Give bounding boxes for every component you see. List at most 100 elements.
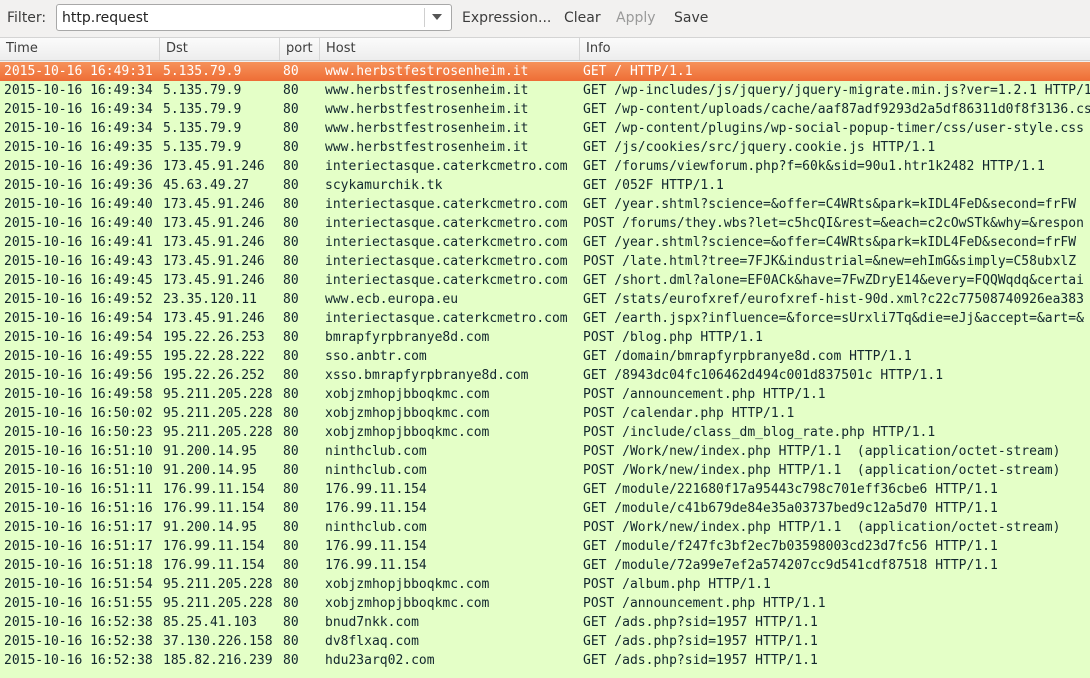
cell-host: www.herbstfestrosenheim.it [325, 64, 529, 79]
filter-combobox[interactable] [56, 4, 452, 31]
cell-dst: 195.22.26.252 [163, 368, 265, 383]
cell-port: 80 [283, 653, 299, 668]
table-row[interactable]: 2015-10-16 16:49:56 195.22.26.252 80 xsso.b… [0, 366, 1090, 385]
table-row[interactable]: 2015-10-16 16:49:58 95.211.205.228 80 xobjz… [0, 385, 1090, 404]
table-row[interactable]: 2015-10-16 16:51:10 91.200.14.95 80 ninthcl… [0, 461, 1090, 480]
cell-dst: 95.211.205.228 [163, 406, 273, 421]
column-header-port[interactable]: port [280, 38, 320, 60]
cell-time: 2015-10-16 16:49:58 [4, 387, 153, 402]
cell-port: 80 [283, 292, 299, 307]
cell-dst: 173.45.91.246 [163, 254, 265, 269]
cell-time: 2015-10-16 16:49:55 [4, 349, 153, 364]
cell-dst: 91.200.14.95 [163, 463, 257, 478]
table-row[interactable]: 2015-10-16 16:51:17 91.200.14.95 80 ninthcl… [0, 518, 1090, 537]
table-row[interactable]: 2015-10-16 16:52:38 185.82.216.239 80 hdu23… [0, 651, 1090, 670]
table-row[interactable]: 2015-10-16 16:49:55 195.22.28.222 80 sso.an… [0, 347, 1090, 366]
table-row[interactable]: 2015-10-16 16:49:34 5.135.79.9 80 www.herbs… [0, 100, 1090, 119]
table-row[interactable]: 2015-10-16 16:49:52 23.35.120.11 80 www.ecb… [0, 290, 1090, 309]
cell-dst: 95.211.205.228 [163, 596, 273, 611]
cell-host: 176.99.11.154 [325, 558, 427, 573]
table-row[interactable]: 2015-10-16 16:49:45 173.45.91.246 80 interi… [0, 271, 1090, 290]
packet-list[interactable]: 2015-10-16 16:49:31 5.135.79.9 80 www.herbs… [0, 62, 1090, 678]
cell-time: 2015-10-16 16:49:34 [4, 102, 153, 117]
cell-host: xobjzmhopjbboqkmc.com [325, 425, 490, 440]
table-row[interactable]: 2015-10-16 16:49:43 173.45.91.246 80 interi… [0, 252, 1090, 271]
table-row[interactable]: 2015-10-16 16:49:41 173.45.91.246 80 interi… [0, 233, 1090, 252]
cell-info: GET /short.dml?alone=EF0ACk&have=7FwZDry… [583, 273, 1084, 288]
cell-time: 2015-10-16 16:49:41 [4, 235, 153, 250]
cell-host: xobjzmhopjbboqkmc.com [325, 596, 490, 611]
cell-time: 2015-10-16 16:49:54 [4, 311, 153, 326]
table-row[interactable]: 2015-10-16 16:49:54 173.45.91.246 80 interi… [0, 309, 1090, 328]
filter-label: Filter: [7, 10, 47, 26]
cell-time: 2015-10-16 16:52:38 [4, 615, 153, 630]
table-row[interactable]: 2015-10-16 16:51:10 91.200.14.95 80 ninthcl… [0, 442, 1090, 461]
cell-time: 2015-10-16 16:51:54 [4, 577, 153, 592]
cell-info: POST /announcement.php HTTP/1.1 [583, 596, 826, 611]
cell-info: GET /ads.php?sid=1957 HTTP/1.1 [583, 653, 818, 668]
cell-info: GET /domain/bmrapfyrpbranye8d.com HTTP/1… [583, 349, 912, 364]
table-row[interactable]: 2015-10-16 16:49:54 195.22.26.253 80 bmrapf… [0, 328, 1090, 347]
column-header-time[interactable]: Time [0, 38, 160, 60]
column-header-info[interactable]: Info [580, 38, 1090, 60]
table-row[interactable]: 2015-10-16 16:51:16 176.99.11.154 80 176.99… [0, 499, 1090, 518]
expression-button[interactable]: Expression... [462, 10, 551, 26]
cell-host: ninthclub.com [325, 444, 427, 459]
cell-info: GET /module/221680f17a95443c798c701eff36… [583, 482, 998, 497]
table-row[interactable]: 2015-10-16 16:51:17 176.99.11.154 80 176.99… [0, 537, 1090, 556]
table-row[interactable]: 2015-10-16 16:49:34 5.135.79.9 80 www.herbs… [0, 119, 1090, 138]
cell-time: 2015-10-16 16:49:36 [4, 159, 153, 174]
table-row[interactable]: 2015-10-16 16:50:02 95.211.205.228 80 xobjz… [0, 404, 1090, 423]
cell-time: 2015-10-16 16:49:54 [4, 330, 153, 345]
filter-input[interactable] [62, 8, 412, 28]
cell-time: 2015-10-16 16:49:56 [4, 368, 153, 383]
chevron-down-icon[interactable] [432, 14, 442, 20]
cell-dst: 37.130.226.158 [163, 634, 273, 649]
table-row[interactable]: 2015-10-16 16:49:35 5.135.79.9 80 www.herbs… [0, 138, 1090, 157]
cell-time: 2015-10-16 16:51:10 [4, 463, 153, 478]
column-header-dst[interactable]: Dst [160, 38, 280, 60]
cell-port: 80 [283, 520, 299, 535]
table-row[interactable]: 2015-10-16 16:49:36 45.63.49.27 80 scykamur… [0, 176, 1090, 195]
apply-button[interactable]: Apply [616, 10, 656, 26]
cell-info: GET /stats/eurofxref/eurofxref-hist-90d.… [583, 292, 1084, 307]
cell-time: 2015-10-16 16:49:35 [4, 140, 153, 155]
table-row[interactable]: 2015-10-16 16:49:40 173.45.91.246 80 interi… [0, 214, 1090, 233]
cell-port: 80 [283, 121, 299, 136]
cell-info: GET /wp-includes/js/jquery/jquery-migrat… [583, 83, 1090, 98]
column-header-host[interactable]: Host [320, 38, 580, 60]
cell-dst: 23.35.120.11 [163, 292, 257, 307]
save-button[interactable]: Save [674, 10, 708, 26]
cell-info: GET /earth.jspx?influence=&force=sUrxli7… [583, 311, 1084, 326]
cell-dst: 95.211.205.228 [163, 387, 273, 402]
cell-time: 2015-10-16 16:49:52 [4, 292, 153, 307]
table-row[interactable]: 2015-10-16 16:51:54 95.211.205.228 80 xobjz… [0, 575, 1090, 594]
packet-list-header: Time Dst port Host Info [0, 37, 1090, 61]
clear-button[interactable]: Clear [564, 10, 601, 26]
cell-dst: 185.82.216.239 [163, 653, 273, 668]
cell-info: GET /module/f247fc3bf2ec7b03598003cd23d7… [583, 539, 998, 554]
table-row[interactable]: 2015-10-16 16:49:36 173.45.91.246 80 interi… [0, 157, 1090, 176]
cell-port: 80 [283, 387, 299, 402]
cell-host: ninthclub.com [325, 520, 427, 535]
cell-port: 80 [283, 64, 299, 79]
cell-host: interiectasque.caterkcmetro.com [325, 197, 568, 212]
cell-port: 80 [283, 596, 299, 611]
table-row[interactable]: 2015-10-16 16:50:23 95.211.205.228 80 xobjz… [0, 423, 1090, 442]
cell-dst: 176.99.11.154 [163, 501, 265, 516]
table-row[interactable]: 2015-10-16 16:51:11 176.99.11.154 80 176.99… [0, 480, 1090, 499]
table-row[interactable]: 2015-10-16 16:52:38 85.25.41.103 80 bnud7nk… [0, 613, 1090, 632]
cell-host: interiectasque.caterkcmetro.com [325, 311, 568, 326]
table-row-selected[interactable]: 2015-10-16 16:49:31 5.135.79.9 80 www.herbs… [0, 62, 1090, 81]
table-row[interactable]: 2015-10-16 16:52:38 37.130.226.158 80 dv8fl… [0, 632, 1090, 651]
table-row[interactable]: 2015-10-16 16:49:34 5.135.79.9 80 www.herbs… [0, 81, 1090, 100]
table-row[interactable]: 2015-10-16 16:51:55 95.211.205.228 80 xobjz… [0, 594, 1090, 613]
cell-dst: 85.25.41.103 [163, 615, 257, 630]
table-row[interactable]: 2015-10-16 16:49:40 173.45.91.246 80 interi… [0, 195, 1090, 214]
cell-host: dv8flxaq.com [325, 634, 419, 649]
cell-dst: 176.99.11.154 [163, 558, 265, 573]
table-row[interactable]: 2015-10-16 16:51:18 176.99.11.154 80 176.99… [0, 556, 1090, 575]
cell-info: GET /forums/viewforum.php?f=60k&sid=90u1… [583, 159, 1045, 174]
cell-time: 2015-10-16 16:49:45 [4, 273, 153, 288]
cell-host: www.herbstfestrosenheim.it [325, 83, 529, 98]
